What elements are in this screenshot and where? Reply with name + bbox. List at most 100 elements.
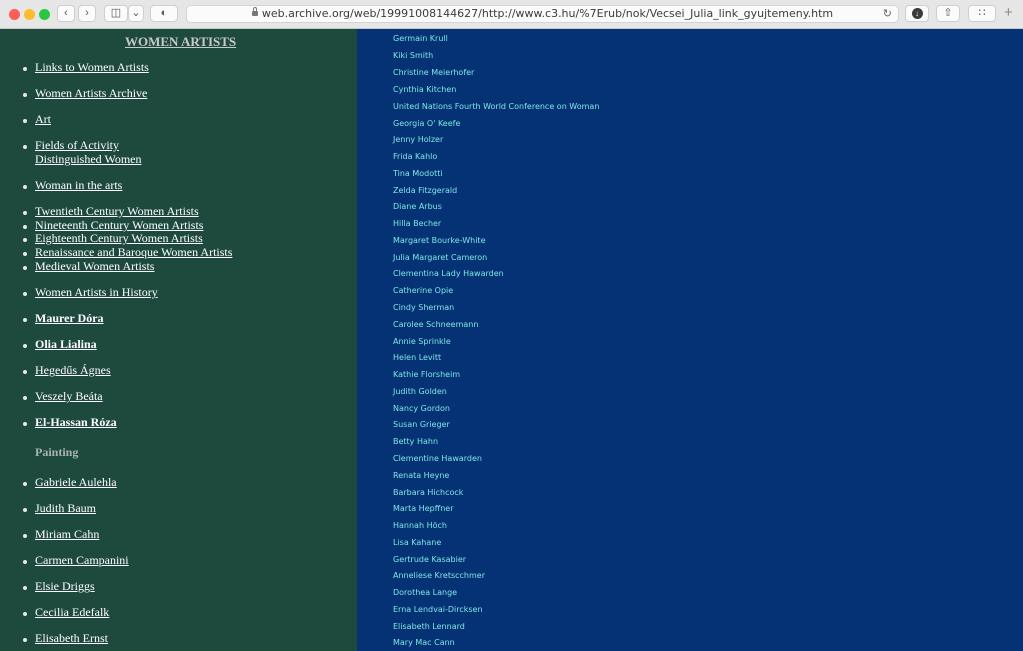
nav-link[interactable]: Eighteenth Century Women Artists (35, 231, 203, 246)
painter-link[interactable]: Cecilia Edefalk (35, 605, 109, 620)
name-link[interactable]: Clementina Lady Hawarden (393, 269, 504, 278)
name-link[interactable]: Jenny Holzer (393, 135, 443, 144)
nav-link[interactable]: Women Artists Archive (35, 86, 147, 101)
name-link[interactable]: Diane Arbus (393, 202, 442, 211)
name-link[interactable]: Carolee Schneemann (393, 320, 478, 329)
name-link[interactable]: Hilla Becher (393, 219, 441, 228)
browser-toolbar: ‹ › ◫ ⌄ ◐ web.archive.org/web/1999100814… (0, 0, 1023, 29)
painter-link[interactable]: Elisabeth Ernst (35, 631, 108, 646)
nav-link[interactable]: Women Artists in History (35, 285, 158, 300)
nav-link[interactable]: Fields of Activity (35, 138, 119, 153)
downloads-button[interactable]: ↓ (905, 5, 929, 22)
name-link[interactable]: Renata Heyne (393, 471, 449, 480)
bullet (23, 318, 27, 322)
nav-link[interactable]: Distinguished Women (35, 152, 141, 167)
name-link[interactable]: Kiki Smith (393, 51, 433, 60)
name-link[interactable]: Dorothea Lange (393, 588, 457, 597)
name-link[interactable]: Elisabeth Lennard (393, 622, 465, 631)
artist-link[interactable]: Veszely Beáta (35, 389, 103, 404)
close-window-button[interactable] (9, 9, 20, 20)
minimize-window-button[interactable] (24, 9, 35, 20)
bullet (23, 396, 27, 400)
address-bar[interactable]: web.archive.org/web/19991008144627/http:… (186, 5, 899, 23)
name-link[interactable]: Anneliese Kretscchmer (393, 571, 485, 580)
sidebar-icon: ◫ (110, 7, 122, 19)
name-link[interactable]: Margaret Bourke-White (393, 236, 485, 245)
back-button[interactable]: ‹ (57, 5, 75, 22)
nav-link[interactable]: Twentieth Century Women Artists (35, 204, 199, 219)
forward-button[interactable]: › (78, 5, 96, 22)
name-link[interactable]: Hannah Höch (393, 521, 447, 530)
bullet (23, 93, 27, 97)
tab-overview-button[interactable]: ∷ (968, 5, 996, 22)
name-link[interactable]: Gertrude Kasabier (393, 555, 466, 564)
reload-icon[interactable]: ↻ (883, 6, 892, 22)
zoom-window-button[interactable] (39, 9, 50, 20)
artist-link[interactable]: El-Hassan Róza (35, 415, 117, 430)
bullet (23, 185, 27, 189)
nav-link[interactable]: Renaissance and Baroque Women Artists (35, 245, 232, 260)
bullet (23, 292, 27, 296)
bullet (23, 508, 27, 512)
name-link[interactable]: United Nations Fourth World Conference o… (393, 102, 599, 111)
name-link[interactable]: Cynthia Kitchen (393, 85, 456, 94)
bullet (23, 612, 27, 616)
name-link[interactable]: Tina Modotti (393, 169, 443, 178)
new-tab-button[interactable]: + (1004, 4, 1013, 21)
bullet (23, 252, 27, 256)
name-link[interactable]: Judith Golden (393, 387, 447, 396)
name-link[interactable]: Frida Kahlo (393, 152, 437, 161)
name-link[interactable]: Lisa Kahane (393, 538, 441, 547)
name-link[interactable]: Cindy Sherman (393, 303, 454, 312)
name-link[interactable]: Zelda Fitzgerald (393, 186, 457, 195)
name-link[interactable]: Nancy Gordon (393, 404, 450, 413)
bullet (23, 560, 27, 564)
nav-link[interactable]: Links to Women Artists (35, 60, 149, 75)
painter-link[interactable]: Elsie Driggs (35, 579, 95, 594)
bullet (23, 638, 27, 642)
artist-link[interactable]: Hegedűs Ágnes (35, 363, 111, 378)
painter-link[interactable]: Carmen Campanini (35, 553, 129, 568)
name-link[interactable]: Catherine Opie (393, 286, 453, 295)
name-link[interactable]: Annie Sprinkle (393, 337, 451, 346)
url-text: web.archive.org/web/19991008144627/http:… (261, 7, 834, 20)
name-link[interactable]: Erna Lendvai-Dircksen (393, 605, 483, 614)
nav-link[interactable]: Medieval Women Artists (35, 259, 154, 274)
name-link[interactable]: Barbara Hichcock (393, 488, 463, 497)
chevron-left-icon: ‹ (64, 7, 68, 19)
painter-link[interactable]: Gabriele Aulehla (35, 475, 117, 490)
painter-link[interactable]: Miriam Cahn (35, 527, 99, 542)
share-button[interactable]: ⇧ (936, 5, 960, 22)
privacy-button[interactable]: ◐ (150, 5, 178, 22)
nav-link[interactable]: Woman in the arts (35, 178, 122, 193)
bullet (23, 238, 27, 242)
nav-link[interactable]: Art (35, 112, 51, 127)
bullet (23, 370, 27, 374)
name-link[interactable]: Christine Meierhofer (393, 68, 474, 77)
women-artists-nav: WOMEN ARTISTS Links to Women Artists Wom… (0, 29, 357, 651)
bullet (23, 344, 27, 348)
artist-link[interactable]: Maurer Dóra (35, 311, 104, 326)
sidebar-menu-button[interactable]: ⌄ (128, 5, 144, 22)
name-link[interactable]: Mary Mac Cann (393, 638, 455, 647)
bullet (23, 145, 27, 149)
name-link[interactable]: Susan Grieger (393, 420, 450, 429)
name-link[interactable]: Georgia O' Keefe (393, 119, 460, 128)
bullet (23, 67, 27, 71)
sidebar-button[interactable]: ◫ (104, 5, 128, 22)
name-link[interactable]: Germain Krull (393, 34, 448, 43)
name-link[interactable]: Marta Hepffner (393, 504, 453, 513)
name-link[interactable]: Kathie Florsheim (393, 370, 460, 379)
name-link[interactable]: Julia Margaret Cameron (393, 253, 487, 262)
name-link[interactable]: Clementine Hawarden (393, 454, 482, 463)
artist-link[interactable]: Olia Lialina (35, 337, 97, 352)
bullet (23, 534, 27, 538)
name-link[interactable]: Betty Hahn (393, 437, 438, 446)
chevron-down-icon: ⌄ (131, 7, 141, 19)
page-heading[interactable]: WOMEN ARTISTS (125, 34, 236, 50)
names-column: Germain Krull Kiki Smith Christine Meier… (357, 29, 1023, 651)
painter-link[interactable]: Judith Baum (35, 501, 96, 516)
name-link[interactable]: Helen Levitt (393, 353, 441, 362)
download-icon: ↓ (911, 8, 923, 19)
shield-icon: ◐ (160, 7, 168, 19)
